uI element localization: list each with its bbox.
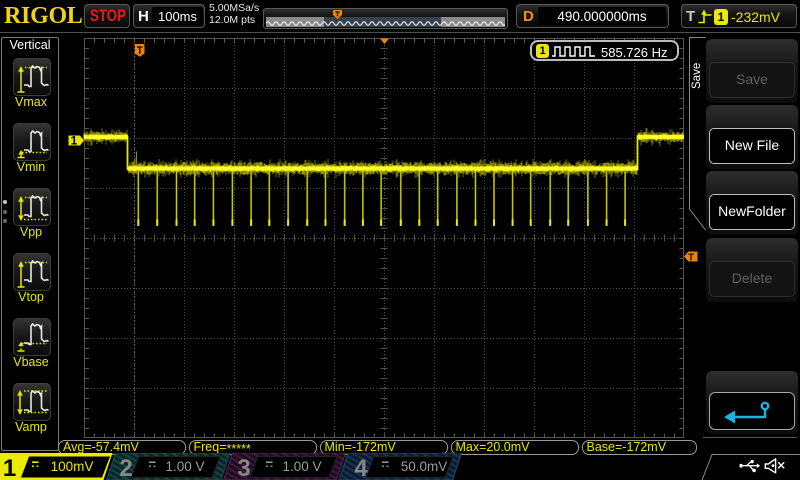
svg-text:T: T (688, 253, 694, 264)
svg-text:1.00 V: 1.00 V (282, 459, 321, 474)
svg-text:3: 3 (237, 455, 250, 480)
svg-text:2: 2 (119, 455, 132, 480)
svg-text:50.0mV: 50.0mV (401, 459, 448, 474)
svg-text:4: 4 (354, 455, 368, 480)
svg-text:1.00 V: 1.00 V (165, 459, 204, 474)
svg-text:1: 1 (3, 455, 16, 480)
svg-text:1: 1 (71, 134, 78, 148)
svg-text:100mV: 100mV (51, 459, 94, 474)
